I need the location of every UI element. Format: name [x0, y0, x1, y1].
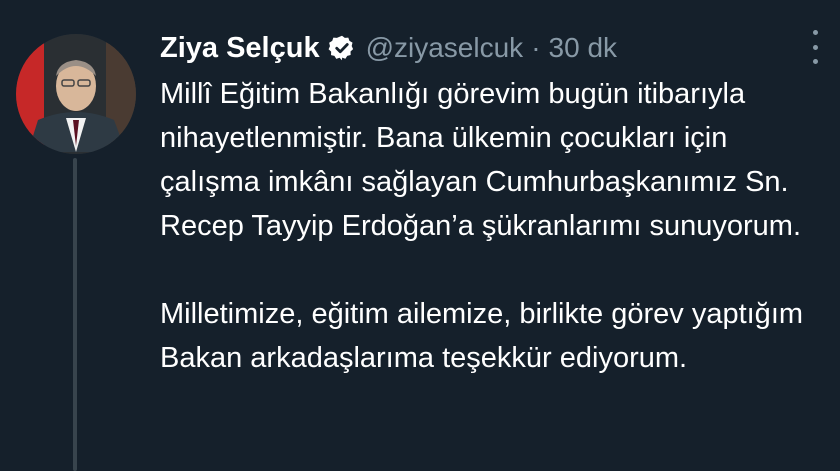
tweet-timestamp[interactable]: 30 dk	[549, 32, 618, 64]
thread-line	[73, 158, 77, 471]
verified-badge-icon	[328, 34, 356, 62]
author-name[interactable]: Ziya Selçuk	[160, 32, 320, 65]
author-handle[interactable]: @ziyaselcuk	[366, 32, 524, 64]
tweet-header: Ziya Selçuk @ziyaselcuk · 30 dk	[160, 28, 617, 68]
more-dot	[812, 30, 818, 35]
tweet-paragraph: Millî Eğitim Bakanlığı görevim bugün iti…	[160, 78, 802, 242]
more-options-icon[interactable]	[808, 30, 822, 64]
header-separator: ·	[531, 32, 541, 63]
avatar-photo	[16, 34, 136, 154]
avatar[interactable]	[16, 34, 136, 154]
tweet-text: Millî Eğitim Bakanlığı görevim bugün iti…	[160, 72, 820, 380]
tweet: Ziya Selçuk @ziyaselcuk · 30 dk Millî Eğ…	[0, 0, 840, 471]
more-dot	[812, 59, 818, 64]
more-dot	[812, 44, 818, 50]
tweet-paragraph: Milletimize, eğitim ailemize, birlikte g…	[160, 298, 804, 374]
